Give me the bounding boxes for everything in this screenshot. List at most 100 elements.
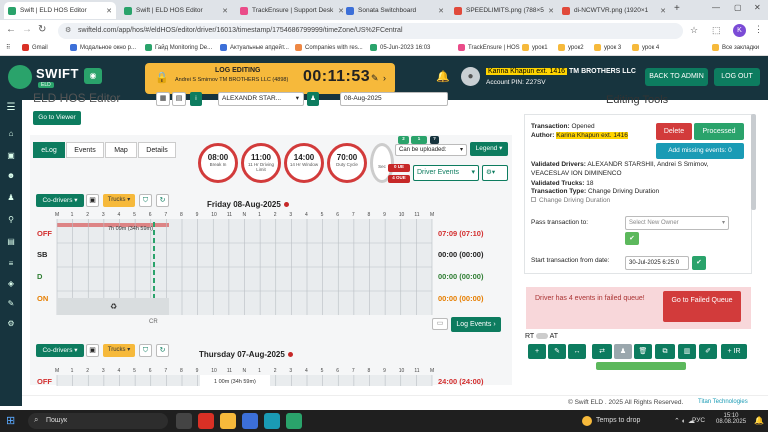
processed-button[interactable]: Processed	[694, 123, 744, 140]
maximize-icon[interactable]: ▢	[734, 3, 742, 12]
delete-button[interactable]: Delete	[656, 123, 692, 140]
bookmark[interactable]: TrackEnsure | HOS	[458, 44, 520, 51]
bookmark[interactable]: Все закладки	[712, 44, 759, 51]
bookmark-icon[interactable]: ⛉	[139, 194, 152, 207]
minimize-icon[interactable]: —	[712, 3, 720, 12]
browser-tab[interactable]: Swift | ELD HOS Editor ✕	[120, 2, 232, 19]
more-tools-row[interactable]	[596, 362, 686, 370]
app-icon[interactable]	[242, 413, 258, 429]
browser-tab[interactable]: Sonata Switchboard ✕	[342, 2, 448, 19]
right-panel-scrollbar[interactable]	[751, 114, 756, 210]
app-icon[interactable]	[286, 413, 302, 429]
shift-event-button[interactable]: ↔	[568, 344, 586, 359]
back-icon[interactable]: ←	[6, 24, 16, 35]
user-icon[interactable]: ♟	[5, 192, 17, 204]
close-icon[interactable]: ✕	[660, 7, 666, 15]
bookmark[interactable]: урок 4	[632, 44, 659, 51]
bookmark[interactable]: Companies with res...	[295, 44, 363, 51]
bookmark-icon[interactable]: ⛉	[139, 344, 152, 357]
tab-elog[interactable]: eLog	[33, 142, 65, 158]
refresh-icon[interactable]: ↻	[156, 194, 169, 207]
co-drivers-button[interactable]: Co-drivers ▾	[36, 194, 84, 207]
swap-event-button[interactable]: ⇄	[592, 344, 612, 359]
co-drivers-button[interactable]: Co-drivers ▾	[36, 344, 84, 357]
calendar-icon[interactable]: ▦	[156, 92, 170, 106]
new-owner-select[interactable]: Select New Owner ▾	[625, 216, 729, 230]
pin-icon[interactable]: ⚲	[5, 214, 17, 226]
bookmark[interactable]: Модальное окно р...	[70, 44, 136, 51]
bookmark[interactable]: 05-Jun-2023 16:03	[370, 44, 430, 51]
edit-icon[interactable]: ✎	[371, 73, 379, 84]
hamburger-icon[interactable]: ☰	[5, 102, 17, 114]
can-upload-select[interactable]: Can be uploaded: ▾	[395, 144, 467, 156]
copy-event-button[interactable]: ⧉	[655, 344, 675, 359]
bookmark[interactable]: Gmail	[22, 44, 48, 51]
taskbar-search[interactable]: ⌕ Пошук	[28, 413, 168, 429]
clock[interactable]: 15:10 08.08.2025	[716, 413, 746, 425]
help-badge[interactable]: ?	[430, 136, 439, 144]
comment-icon[interactable]: ▭	[432, 318, 448, 330]
bookmark[interactable]: урок1	[522, 44, 548, 51]
reload-icon[interactable]: ↻	[38, 24, 46, 35]
settings-icon[interactable]: ⚙	[5, 318, 17, 330]
bookmark[interactable]: Актуальные апдейт...	[220, 44, 289, 51]
notifications-icon[interactable]: 🔔	[754, 416, 764, 425]
day1-log-graph[interactable]: M 1 2 3 4 5 6 7 8 9 10 11 N 1 2 3 4 5 6 7 8 9 10 11 M 7h 09m (34…	[30, 208, 440, 328]
chart-icon[interactable]: ▤	[5, 236, 17, 248]
browser-tab[interactable]: SPEEDLIMITS.png (788×5 ✕	[450, 2, 558, 19]
document-icon[interactable]: ▤	[172, 92, 186, 106]
bell-icon[interactable]: 🔔	[436, 70, 450, 83]
home-icon[interactable]: ⌂	[5, 128, 17, 140]
columns-event-button[interactable]: ▥	[678, 344, 696, 359]
close-icon[interactable]: ✕	[106, 7, 112, 15]
date-input[interactable]: 08-Aug-2025	[340, 92, 448, 106]
bookmark[interactable]: урок2	[558, 44, 584, 51]
user-avatar-icon[interactable]: ●	[461, 67, 480, 86]
log-events-button[interactable]: Log Events ›	[451, 317, 501, 332]
bookmark[interactable]: Гайд Monitoring De...	[145, 44, 212, 51]
day2-log-graph[interactable]: M 1 2 3 4 5 6 7 8 9 10 11 N 1 2 3 4 5 6 7 8 9 10 11 M 1 00m (34h…	[30, 358, 440, 386]
new-tab-icon[interactable]: +	[674, 3, 680, 14]
kebab-menu-icon[interactable]: ⋮	[754, 24, 763, 35]
forward-icon[interactable]: →	[22, 24, 32, 35]
swift-logo[interactable]: SWIFT ELD	[8, 63, 78, 93]
bookmark-apps-icon[interactable]: ⠿	[6, 44, 10, 51]
add-missing-events-button[interactable]: Add missing events: 0	[656, 143, 744, 159]
url-input[interactable]: ⚙ swifteld.com/app/hos/#/eldHOS/editor/dr…	[58, 23, 683, 39]
close-icon[interactable]: ✕	[438, 7, 444, 15]
extensions-icon[interactable]: ⬚	[712, 25, 721, 36]
truck-icon[interactable]: ▣	[86, 344, 99, 357]
delete-event-button[interactable]: 🗑	[634, 344, 652, 359]
back-to-admin-button[interactable]: BACK TO ADMIN	[645, 68, 708, 86]
driver-select[interactable]: ALEXANDR STAR... ▾	[218, 92, 304, 106]
person-icon[interactable]: ♟	[307, 92, 319, 106]
close-icon[interactable]: ✕	[548, 7, 554, 15]
browser-tab[interactable]: TrackEnsure | Support Desk ✕	[236, 2, 348, 19]
list-icon[interactable]: ≡	[5, 258, 17, 270]
edit-event-button[interactable]: ✎	[548, 344, 566, 359]
go-to-failed-queue-button[interactable]: Go to Failed Queue	[663, 291, 741, 322]
truck-icon[interactable]: ▣	[5, 150, 17, 162]
tab-map[interactable]: Map	[105, 142, 137, 158]
tool-event-button[interactable]: ✐	[699, 344, 717, 359]
explorer-app-icon[interactable]	[220, 413, 236, 429]
driver-event-button[interactable]: ♟	[614, 344, 632, 359]
wrench-icon[interactable]: ✎	[5, 298, 17, 310]
confirm-date-icon[interactable]: ✔	[692, 256, 706, 270]
collapse-icon[interactable]: ›	[383, 73, 386, 83]
tab-details[interactable]: Details	[138, 142, 176, 158]
profile-avatar[interactable]: K	[733, 24, 746, 37]
add-event-button[interactable]: +	[528, 344, 546, 359]
legend-button[interactable]: Legend ▾	[470, 142, 508, 156]
windows-start-icon[interactable]: ⊞	[6, 414, 15, 427]
app-icon[interactable]	[264, 413, 280, 429]
rt-toggle[interactable]: RT AT	[525, 333, 558, 340]
browser-tab[interactable]: di-NCWTVR.png (1920×1 ✕	[558, 2, 670, 19]
driver-events-select[interactable]: Driver Events ▾	[413, 165, 479, 181]
refresh-icon[interactable]: ↻	[156, 344, 169, 357]
language-indicator[interactable]: РУС	[692, 417, 705, 424]
settings-dropdown-icon[interactable]: ⚙▾	[482, 165, 508, 181]
trucks-button[interactable]: Trucks ▾	[103, 194, 135, 207]
eye-icon[interactable]: ◉	[84, 68, 102, 84]
task-view-icon[interactable]	[176, 413, 192, 429]
